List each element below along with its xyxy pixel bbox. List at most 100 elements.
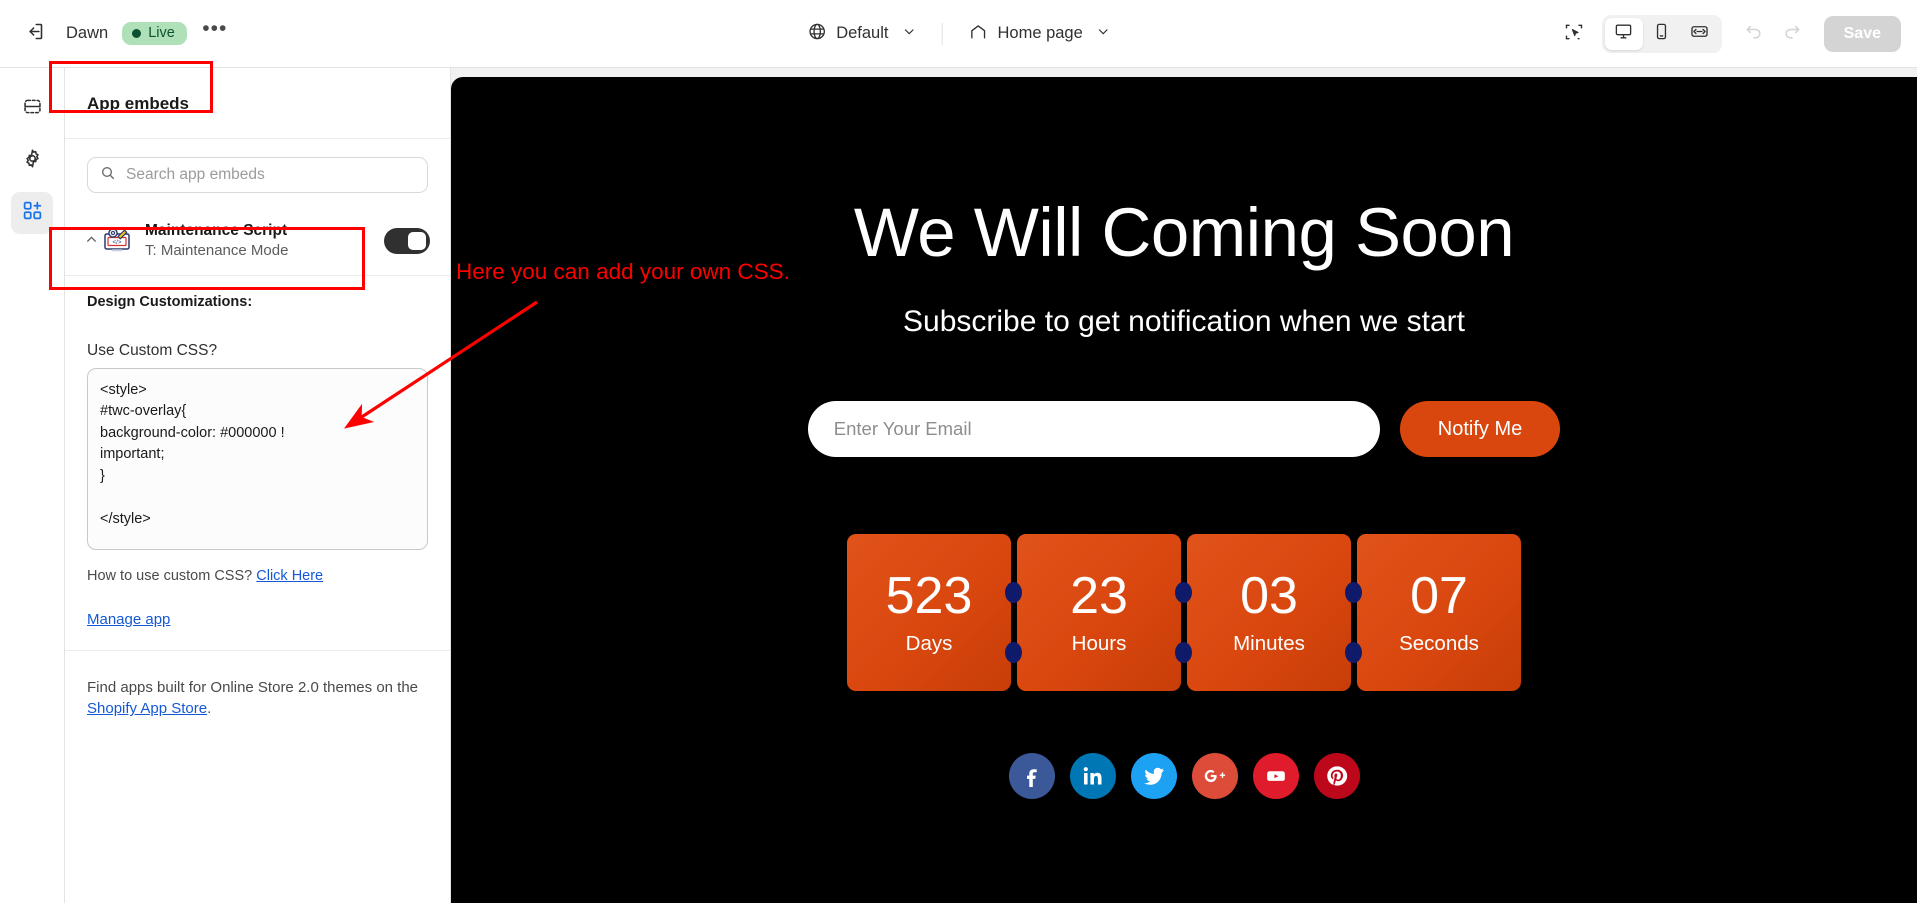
- gear-icon: [22, 148, 43, 174]
- fullscreen-icon: [1690, 22, 1709, 46]
- subscribe-form: Notify Me: [807, 401, 1561, 457]
- locale-selector-label: Default: [836, 24, 889, 42]
- theme-name: Dawn: [66, 24, 109, 42]
- footer-text-before: Find apps built for Online Store 2.0 the…: [87, 678, 419, 696]
- hero-subtitle: Subscribe to get notification when we st…: [903, 305, 1465, 338]
- page-title: App embeds: [65, 68, 450, 139]
- countdown-timer: 523 Days 23 Hours 03 Minutes 07 Seconds: [847, 534, 1521, 691]
- custom-css-textarea[interactable]: [87, 367, 428, 550]
- exit-editor-button[interactable]: [16, 16, 52, 52]
- notify-me-button[interactable]: Notify Me: [1399, 401, 1561, 457]
- sections-icon: [22, 96, 43, 122]
- custom-css-help-text: How to use custom CSS?: [87, 567, 253, 584]
- redo-button[interactable]: [1774, 16, 1810, 52]
- app-embed-block: </> Maintenance Script T: Maintenance Mo…: [65, 207, 450, 276]
- inspector-toggle-button[interactable]: [1556, 16, 1592, 52]
- top-bar-right: Save: [1556, 0, 1901, 68]
- app-store-footer-note: Find apps built for Online Store 2.0 the…: [65, 651, 450, 746]
- countdown-cell-days: 523 Days: [847, 534, 1022, 691]
- footer-text-after: .: [207, 700, 212, 718]
- top-bar-center: Default Home page: [795, 15, 1122, 53]
- page-selector-label: Home page: [997, 24, 1083, 42]
- toggle-knob: [408, 231, 426, 250]
- status-badge: Live: [122, 22, 187, 45]
- redo-icon: [1782, 22, 1802, 47]
- custom-css-help: How to use custom CSS? Click Here: [87, 568, 428, 584]
- section-heading: Design Customizations:: [87, 293, 253, 310]
- custom-css-label: Use Custom CSS?: [87, 341, 218, 359]
- maintenance-script-icon: </>: [101, 225, 133, 257]
- app-embeds-panel: App embeds </>: [65, 68, 451, 903]
- email-input[interactable]: [807, 401, 1380, 457]
- countdown-label: Seconds: [1399, 631, 1479, 655]
- annotation-callout-text: Here you can add your own CSS.: [456, 259, 790, 284]
- countdown-dot-icon: [1345, 642, 1362, 663]
- toolbar-divider: [941, 22, 943, 45]
- app-embed-toggle[interactable]: [384, 227, 430, 254]
- sidebar-item-theme-settings[interactable]: [11, 140, 53, 182]
- desktop-icon: [1614, 22, 1633, 46]
- countdown-value: 23: [1070, 566, 1128, 625]
- facebook-icon[interactable]: [1008, 753, 1055, 799]
- search-input[interactable]: [126, 166, 415, 184]
- countdown-label: Hours: [1071, 631, 1127, 655]
- design-customizations-section: Design Customizations: Use Custom CSS? H…: [65, 276, 450, 651]
- device-preview-group: [1601, 15, 1722, 53]
- chevron-up-icon[interactable]: [81, 233, 101, 249]
- app-embed-row[interactable]: </> Maintenance Script T: Maintenance Mo…: [65, 207, 450, 275]
- countdown-dot-icon: [1005, 582, 1022, 603]
- undo-button[interactable]: [1736, 16, 1772, 52]
- chevron-down-icon: [1097, 24, 1110, 43]
- home-icon: [968, 22, 987, 46]
- save-button[interactable]: Save: [1823, 16, 1901, 52]
- countdown-value: 03: [1240, 566, 1298, 625]
- social-links: [1008, 753, 1360, 799]
- countdown-cell-seconds: 07 Seconds: [1357, 534, 1521, 691]
- globe-icon: [807, 22, 826, 46]
- countdown-dot-icon: [1175, 582, 1192, 603]
- locale-selector[interactable]: Default: [795, 15, 927, 53]
- storefront-preview: We Will Coming Soon Subscribe to get not…: [451, 77, 1917, 903]
- twitter-icon[interactable]: [1130, 753, 1177, 799]
- app-embed-subtitle: T: Maintenance Mode: [145, 242, 289, 260]
- pinterest-icon[interactable]: [1313, 753, 1360, 799]
- preview-canvas-area: We Will Coming Soon Subscribe to get not…: [451, 68, 1917, 903]
- device-fullscreen-button[interactable]: [1681, 18, 1719, 50]
- top-bar: Dawn Live ••• Default Home page Save: [0, 0, 1917, 68]
- googleplus-icon[interactable]: [1191, 753, 1238, 799]
- youtube-icon[interactable]: [1252, 753, 1299, 799]
- search-box[interactable]: [87, 157, 428, 193]
- device-mobile-button[interactable]: [1643, 18, 1681, 50]
- countdown-cell-minutes: 03 Minutes: [1187, 534, 1362, 691]
- countdown-dot-icon: [1345, 582, 1362, 603]
- left-icon-rail: [0, 68, 65, 903]
- linkedin-icon[interactable]: [1069, 753, 1116, 799]
- status-badge-label: Live: [148, 25, 175, 41]
- exit-icon: [24, 21, 45, 47]
- app-blocks-icon: [22, 200, 43, 226]
- countdown-dot-icon: [1005, 642, 1022, 663]
- shopify-app-store-link[interactable]: Shopify App Store: [87, 700, 207, 717]
- hero-title: We Will Coming Soon: [853, 194, 1515, 271]
- app-embed-title: Maintenance Script: [145, 222, 288, 239]
- svg-text:</>: </>: [113, 239, 122, 246]
- select-inspect-icon: [1564, 22, 1584, 47]
- sidebar-item-app-embeds[interactable]: [11, 192, 53, 234]
- undo-icon: [1744, 22, 1764, 47]
- status-dot-icon: [132, 28, 142, 38]
- search-icon: [100, 165, 116, 186]
- countdown-dot-icon: [1175, 642, 1192, 663]
- countdown-value: 07: [1410, 566, 1468, 625]
- manage-app-line: Manage app: [87, 611, 428, 628]
- countdown-label: Days: [905, 631, 953, 655]
- countdown-value: 523: [885, 566, 973, 625]
- manage-app-link[interactable]: Manage app: [87, 611, 170, 628]
- page-selector[interactable]: Home page: [956, 15, 1121, 53]
- sidebar-item-sections[interactable]: [11, 88, 53, 130]
- more-actions-button[interactable]: •••: [197, 16, 233, 52]
- chevron-down-icon: [902, 24, 915, 43]
- device-desktop-button[interactable]: [1604, 18, 1643, 50]
- custom-css-help-link[interactable]: Click Here: [256, 568, 323, 584]
- app-embed-texts: Maintenance Script T: Maintenance Mode: [145, 221, 384, 261]
- countdown-cell-hours: 23 Hours: [1017, 534, 1192, 691]
